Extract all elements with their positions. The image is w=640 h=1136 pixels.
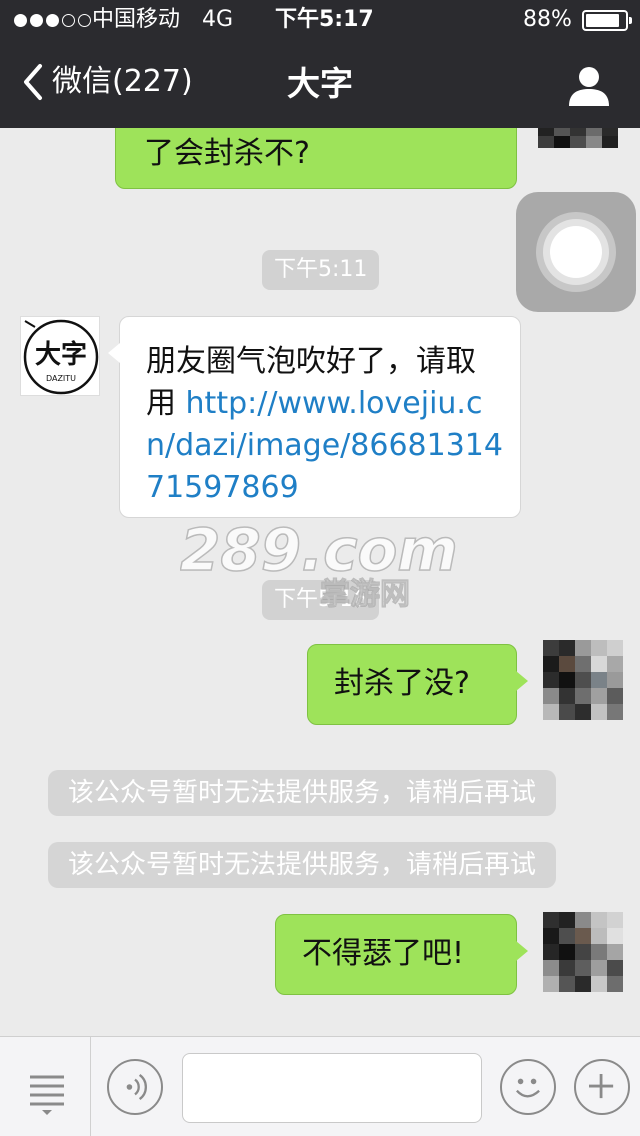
divider (90, 1037, 91, 1136)
chevron-left-icon (24, 64, 42, 100)
assistive-ring (550, 226, 602, 278)
back-label: 微信(227) (52, 64, 193, 99)
battery-icon (582, 10, 632, 31)
battery-percent: 88% (523, 7, 572, 32)
smiley-icon[interactable] (500, 1059, 556, 1115)
person-icon[interactable] (567, 64, 611, 108)
svg-text:DAZITU: DAZITU (46, 374, 76, 383)
my-avatar[interactable] (543, 912, 623, 992)
page-title: 大字 (287, 64, 353, 103)
my-avatar[interactable] (538, 128, 618, 148)
official-account-avatar[interactable]: 大字 DAZITU (20, 316, 100, 396)
avatar-image (538, 128, 618, 148)
bubble-tail (108, 343, 120, 363)
network-type: 4G (202, 7, 234, 32)
message-link[interactable]: http://www.lovejiu.c n/dazi/image/866813… (146, 386, 503, 505)
avatar-image (543, 640, 623, 720)
plus-icon[interactable] (574, 1059, 630, 1115)
signal-dot (14, 13, 27, 27)
bubble-tail (516, 671, 528, 691)
outgoing-message[interactable]: 封杀了没? (307, 644, 528, 725)
carrier-name: 中国移动 (92, 7, 181, 32)
signal-dot (78, 13, 91, 27)
battery-level (586, 14, 620, 27)
incoming-message[interactable]: 朋友圈气泡吹好了，请取 用 http://www.lovejiu.c n/daz… (108, 316, 521, 518)
system-notice: 该公众号暂时无法提供服务，请稍后再试 (48, 842, 557, 888)
back-button[interactable]: 微信(227) (20, 58, 193, 106)
status-time: 下午5:17 (275, 7, 374, 32)
message-text: 朋友圈气泡吹好了，请取 用 http://www.lovejiu.c n/daz… (146, 341, 503, 509)
voice-icon[interactable] (107, 1059, 163, 1115)
signal-dot (30, 13, 43, 27)
assistive-touch-button[interactable] (516, 192, 636, 312)
avatar-image (543, 912, 623, 992)
signal-dot (46, 13, 59, 27)
timestamp: 下午5:11 (262, 250, 380, 290)
system-notice: 该公众号暂时无法提供服务，请稍后再试 (48, 770, 557, 816)
message-text: 封杀了没? (334, 666, 470, 701)
dazi-logo: 大字 DAZITU (23, 319, 99, 395)
top-bar: 中国移动 4G 下午5:17 88% 微信(227) 大字 (0, 0, 640, 128)
signal-dot (62, 13, 75, 27)
outgoing-message[interactable]: 了会封杀不? (115, 128, 517, 189)
timestamp: 下午5:16 (262, 580, 380, 620)
message-input[interactable] (182, 1053, 482, 1123)
signal-strength-icon (14, 0, 91, 40)
list-menu-icon[interactable] (24, 1067, 70, 1117)
bubble-tail (516, 941, 528, 961)
message-text: 不得瑟了吧! (302, 936, 465, 971)
message-text: 了会封杀不? (144, 136, 310, 171)
svg-text:大字: 大字 (35, 339, 87, 370)
nav-bar: 微信(227) 大字 (0, 40, 640, 128)
my-avatar[interactable] (543, 640, 623, 720)
outgoing-message[interactable]: 不得瑟了吧! (275, 914, 528, 995)
input-bar (0, 1036, 640, 1136)
status-bar: 中国移动 4G 下午5:17 88% (0, 0, 640, 40)
